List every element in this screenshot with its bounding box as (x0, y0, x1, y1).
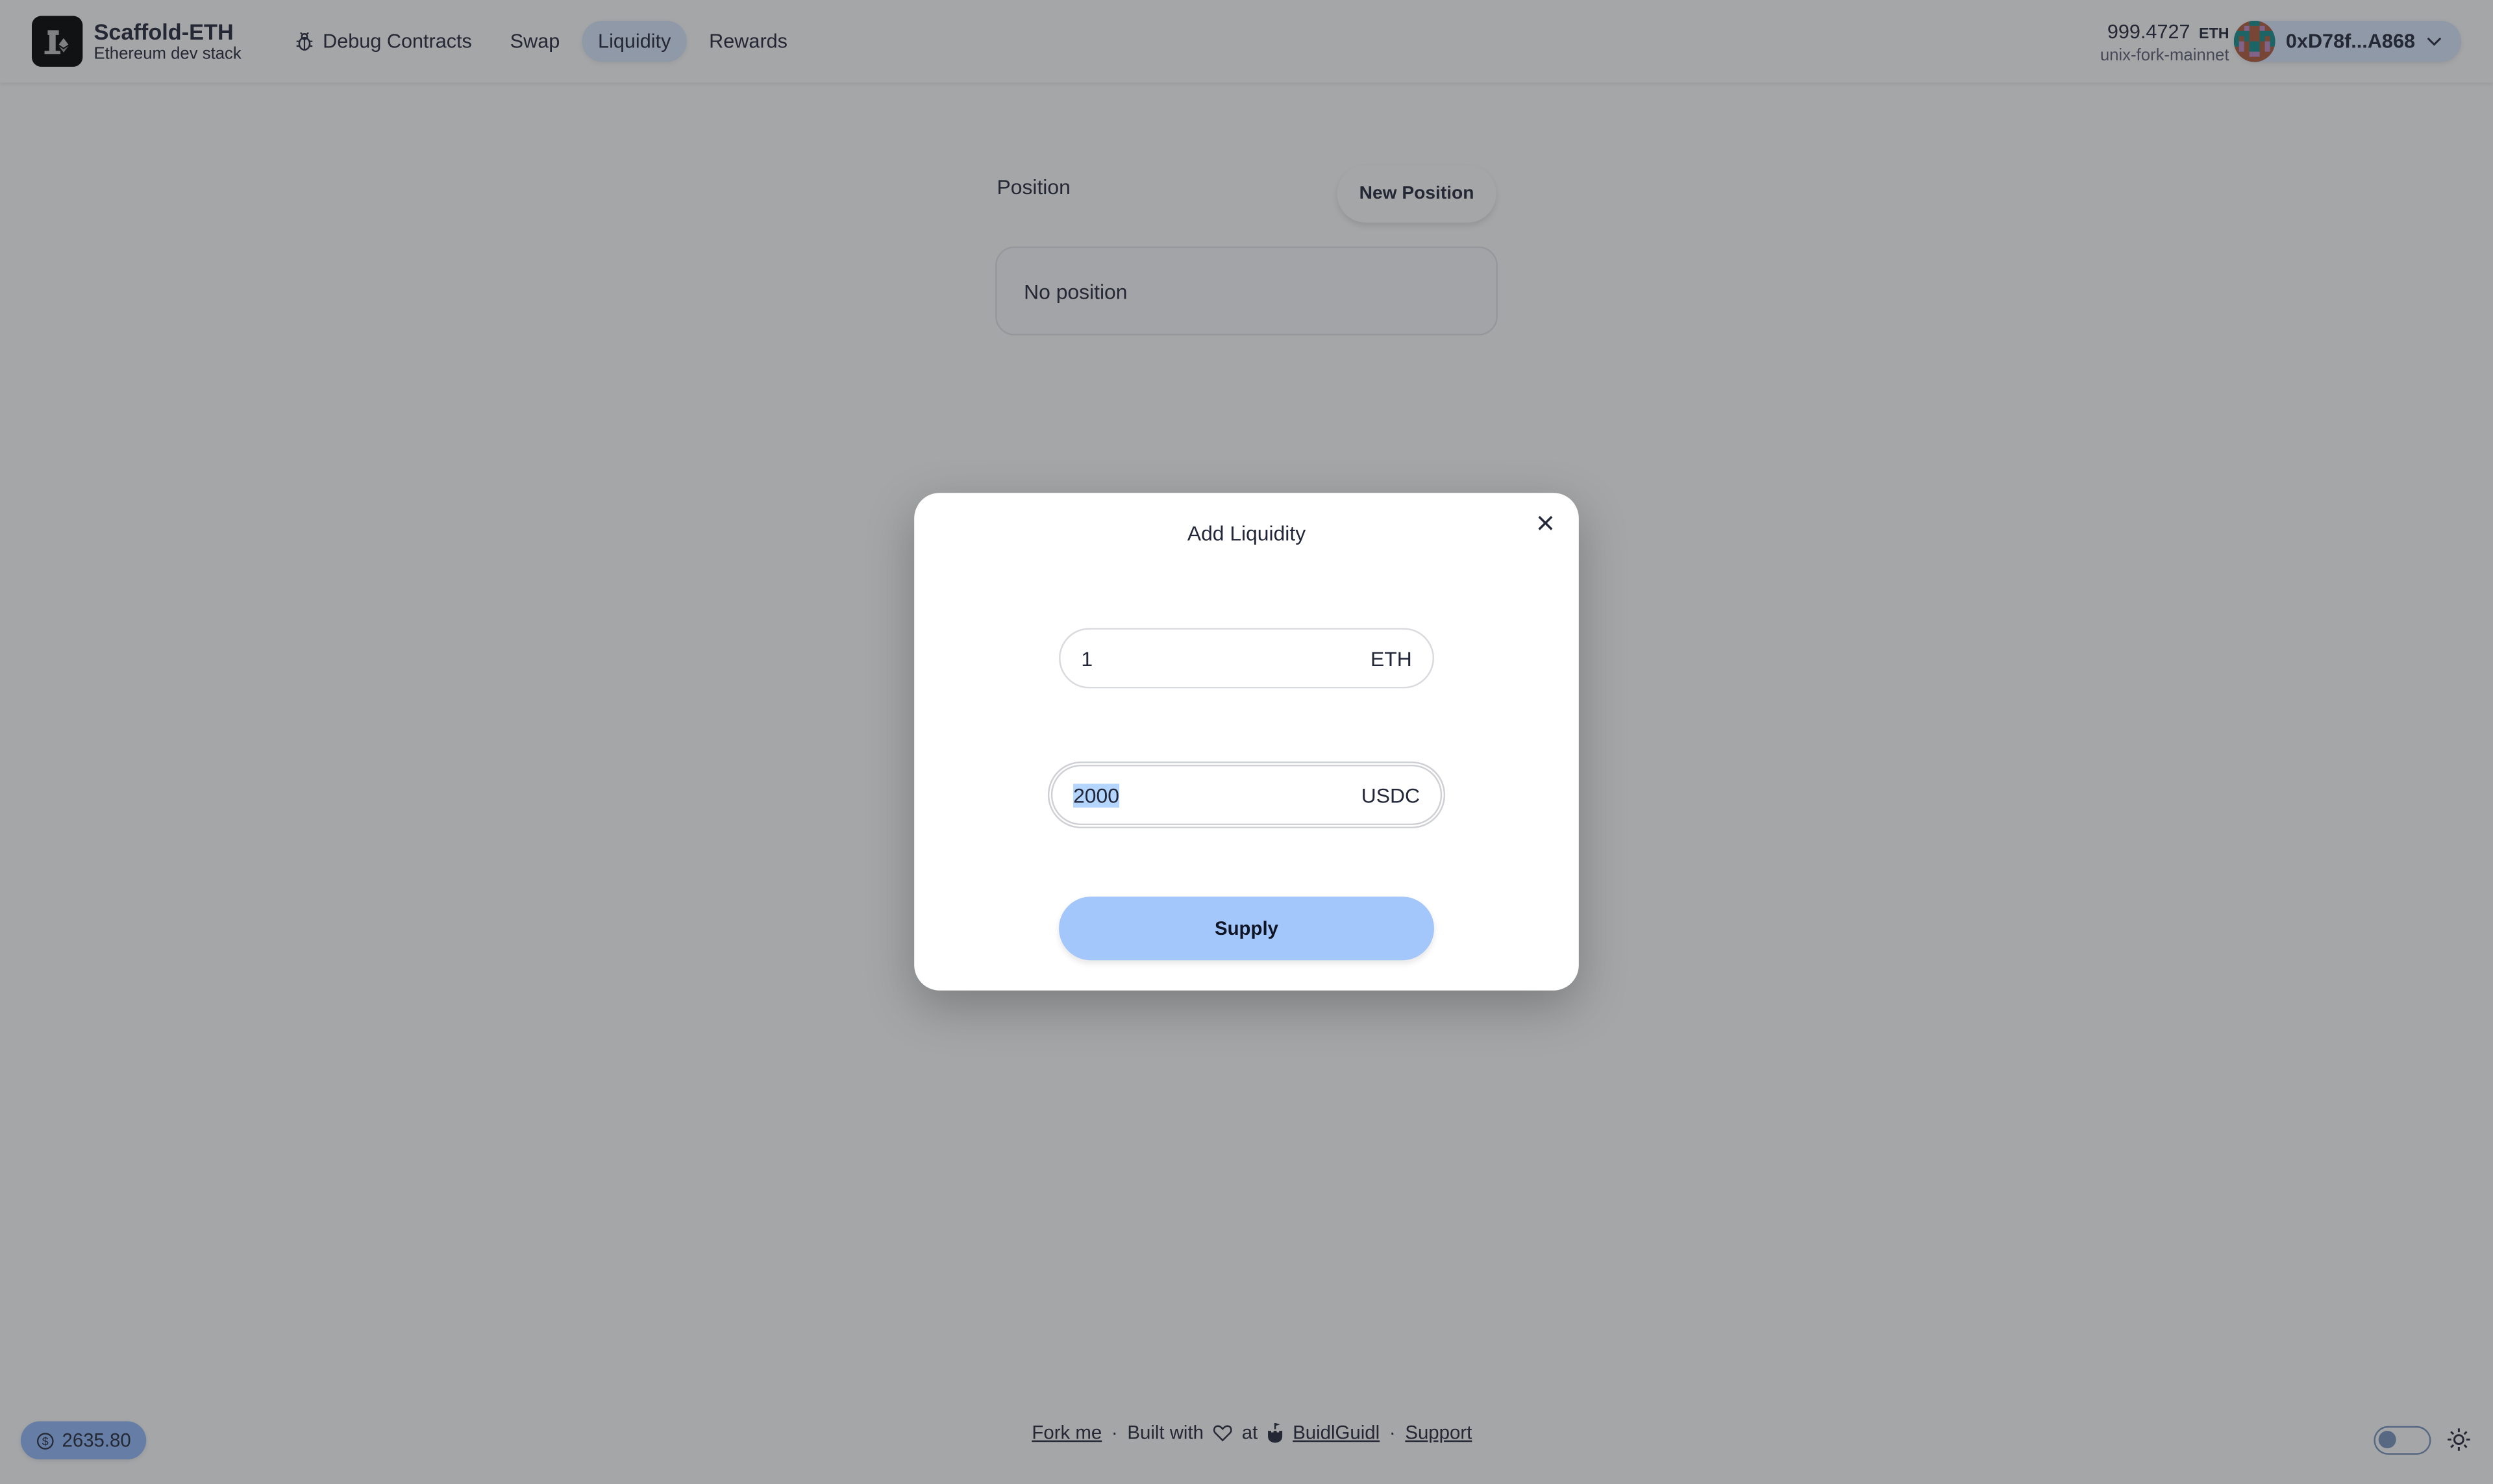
supply-button[interactable]: Supply (1059, 897, 1434, 961)
eth-amount-input[interactable]: 1 ETH (1059, 628, 1434, 689)
usdc-amount-value: 2000 (1073, 783, 1119, 807)
usdc-unit-label: USDC (1361, 783, 1420, 807)
eth-unit-label: ETH (1371, 646, 1412, 671)
modal-title: Add Liquidity (1187, 521, 1306, 546)
add-liquidity-modal: Add Liquidity 1 ETH 2000 USDC Supply (914, 493, 1579, 991)
app: Scaffold-ETH Ethereum dev stack Debug Co… (0, 0, 2493, 1484)
usdc-amount-input[interactable]: 2000 USDC (1047, 761, 1446, 828)
close-icon[interactable] (1534, 512, 1556, 534)
eth-amount-value: 1 (1081, 646, 1093, 671)
